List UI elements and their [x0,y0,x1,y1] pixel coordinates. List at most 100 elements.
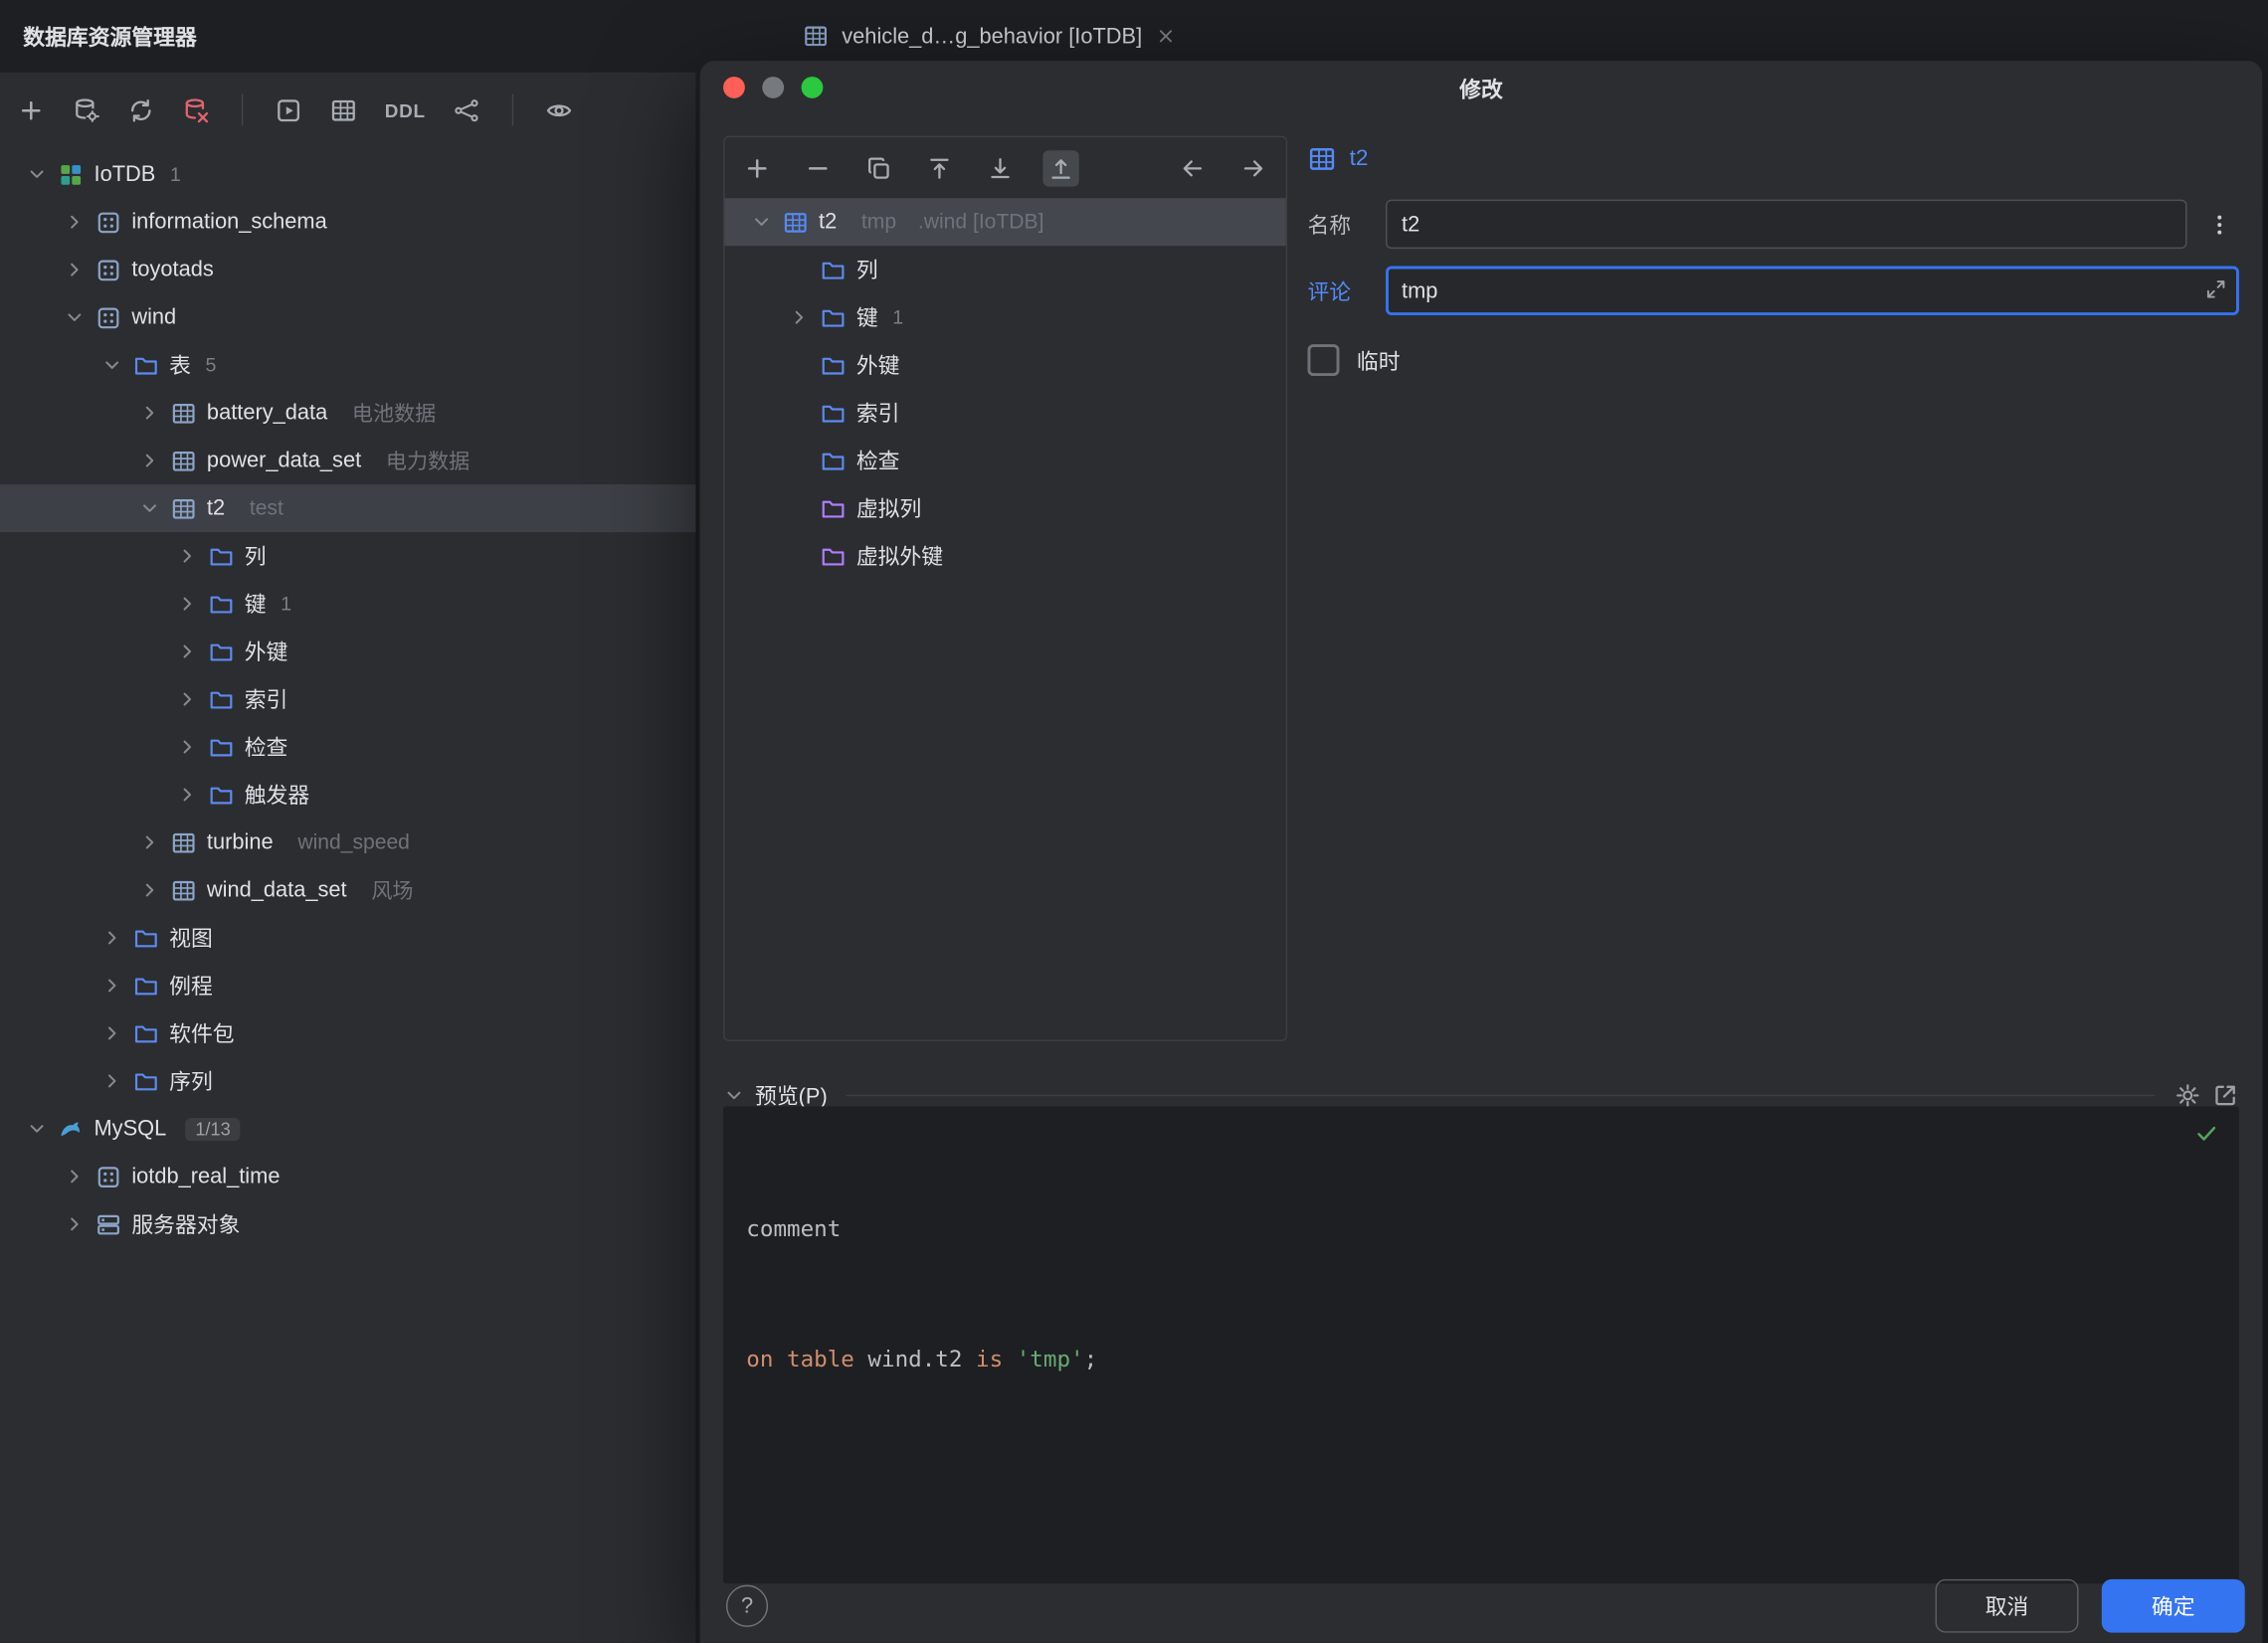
chevron-right-icon[interactable] [64,211,86,233]
tree-item-label: 键 [245,589,267,620]
chevron-down-icon[interactable] [751,211,773,233]
dialog-tree-item-keys[interactable]: 键 1 [724,293,1285,341]
forward-icon[interactable] [1235,149,1271,185]
chevron-right-icon[interactable] [64,1166,86,1187]
tree-item-label: turbine [207,830,274,855]
dialog-tree-item-indexes[interactable]: 索引 [724,389,1285,437]
view-options-eye-icon[interactable] [546,96,574,124]
back-icon[interactable] [1175,149,1211,185]
chevron-right-icon[interactable] [101,1022,123,1044]
tree-item-packages-folder[interactable]: 软件包 [0,1009,695,1057]
chevron-right-icon[interactable] [139,879,161,901]
table-icon [803,23,829,49]
chevron-right-icon[interactable] [101,1070,123,1092]
chevron-down-icon[interactable] [101,354,123,376]
tree-item-iotdb-real-time[interactable]: iotdb_real_time [0,1153,695,1200]
help-button[interactable]: ? [726,1585,768,1627]
chevron-right-icon[interactable] [139,402,161,424]
tree-item-triggers[interactable]: 触发器 [0,771,695,819]
close-tab-icon[interactable] [1155,26,1175,46]
add-datasource-button[interactable] [17,96,45,124]
datasource-properties-icon[interactable] [73,96,100,124]
tree-item-information-schema[interactable]: information_schema [0,198,695,246]
chevron-down-icon[interactable] [64,306,86,328]
tree-item-label: battery_data [207,401,327,426]
dialog-tree-item-virtual-columns[interactable]: 虚拟列 [724,484,1285,532]
chevron-right-icon[interactable] [64,259,86,280]
move-down-icon[interactable] [982,149,1018,185]
zoom-window-button[interactable] [802,77,824,98]
dialog-tree-item-foreign-keys[interactable]: 外键 [724,341,1285,389]
tree-item-routines-folder[interactable]: 例程 [0,962,695,1009]
chevron-right-icon[interactable] [176,784,198,806]
tree-item-power-data-set[interactable]: power_data_set 电力数据 [0,437,695,484]
chevron-right-icon[interactable] [176,688,198,710]
tree-item-wind[interactable]: wind [0,293,695,341]
tree-item-wind-data-set[interactable]: wind_data_set 风场 [0,866,695,914]
tree-item-keys[interactable]: 键 1 [0,580,695,628]
chevron-right-icon[interactable] [64,1213,86,1235]
move-up-icon[interactable] [921,149,957,185]
more-options-kebab-icon[interactable] [2198,204,2239,245]
temporary-checkbox[interactable] [1307,344,1339,376]
editor-tab[interactable]: vehicle_d…g_behavior [IoTDB] [803,23,1176,49]
tree-item-toyotads[interactable]: toyotads [0,246,695,293]
tree-item-mysql[interactable]: MySQL 1/13 [0,1105,695,1153]
scroll-to-source-icon[interactable] [1042,149,1078,185]
comment-input[interactable] [1386,267,2239,315]
tree-item-sequences-folder[interactable]: 序列 [0,1057,695,1105]
dialog-tree-item-t2[interactable]: t2 tmp .wind [IoTDB] [724,198,1285,246]
tree-item-server-objects[interactable]: 服务器对象 [0,1200,695,1248]
cancel-button[interactable]: 取消 [1936,1579,2079,1633]
jump-to-console-icon[interactable] [275,96,302,124]
tree-item-foreign-keys[interactable]: 外键 [0,628,695,675]
duplicate-icon[interactable] [860,149,896,185]
tree-item-tables-folder[interactable]: 表 5 [0,341,695,389]
preview-section-header[interactable]: 预览(P) [723,1080,2239,1109]
dialog-tree-item-checks[interactable]: 检查 [724,437,1285,484]
section-divider [847,1094,2156,1095]
tree-item-columns[interactable]: 列 [0,532,695,580]
chevron-right-icon[interactable] [101,975,123,997]
tree-item-turbine[interactable]: turbine wind_speed [0,819,695,866]
expand-editor-icon[interactable] [2204,277,2227,300]
tree-item-checks[interactable]: 检查 [0,723,695,771]
tree-item-views-folder[interactable]: 视图 [0,914,695,962]
dialog-tree-item-columns[interactable]: 列 [724,246,1285,293]
chevron-down-icon[interactable] [26,1118,48,1140]
close-window-button[interactable] [723,77,745,98]
preview-settings-gear-icon[interactable] [2174,1081,2201,1109]
tree-item-battery-data[interactable]: battery_data 电池数据 [0,389,695,437]
add-icon[interactable] [739,149,775,185]
chevron-right-icon[interactable] [176,736,198,758]
tree-item-label: 软件包 [169,1018,234,1049]
ddl-button[interactable]: DDL [385,99,426,121]
tree-item-indexes[interactable]: 索引 [0,675,695,723]
ok-button[interactable]: 确定 [2102,1579,2245,1633]
explorer-tree: IoTDB 1 information_schema toyotads wind [0,147,695,1248]
chevron-right-icon[interactable] [139,450,161,471]
diagram-icon[interactable] [453,96,480,124]
dialog-tree-item-virtual-foreign-keys[interactable]: 虚拟外键 [724,532,1285,580]
folder-icon [820,448,846,473]
chevron-right-icon[interactable] [788,306,810,328]
chevron-down-icon[interactable] [139,497,161,519]
chevron-right-icon[interactable] [176,593,198,615]
chevron-down-icon[interactable] [723,1084,745,1106]
remove-icon[interactable] [800,149,836,185]
tree-item-iotdb[interactable]: IoTDB 1 [0,150,695,198]
chevron-right-icon[interactable] [101,927,123,949]
tree-item-t2-selected[interactable]: t2 test [0,484,695,532]
chevron-right-icon[interactable] [176,640,198,662]
schema-icon [95,1164,121,1189]
name-input[interactable] [1386,200,2187,249]
refresh-icon[interactable] [127,96,155,124]
disconnect-icon[interactable] [182,96,210,124]
chevron-right-icon[interactable] [139,831,161,853]
open-table-icon[interactable] [330,96,358,124]
chevron-down-icon[interactable] [26,163,48,185]
open-in-editor-icon[interactable] [2211,1081,2239,1109]
iotdb-datasource-icon [58,161,84,187]
sql-preview-editor[interactable]: comment on table wind.t2 is 'tmp'; [723,1106,2239,1583]
chevron-right-icon[interactable] [176,545,198,567]
